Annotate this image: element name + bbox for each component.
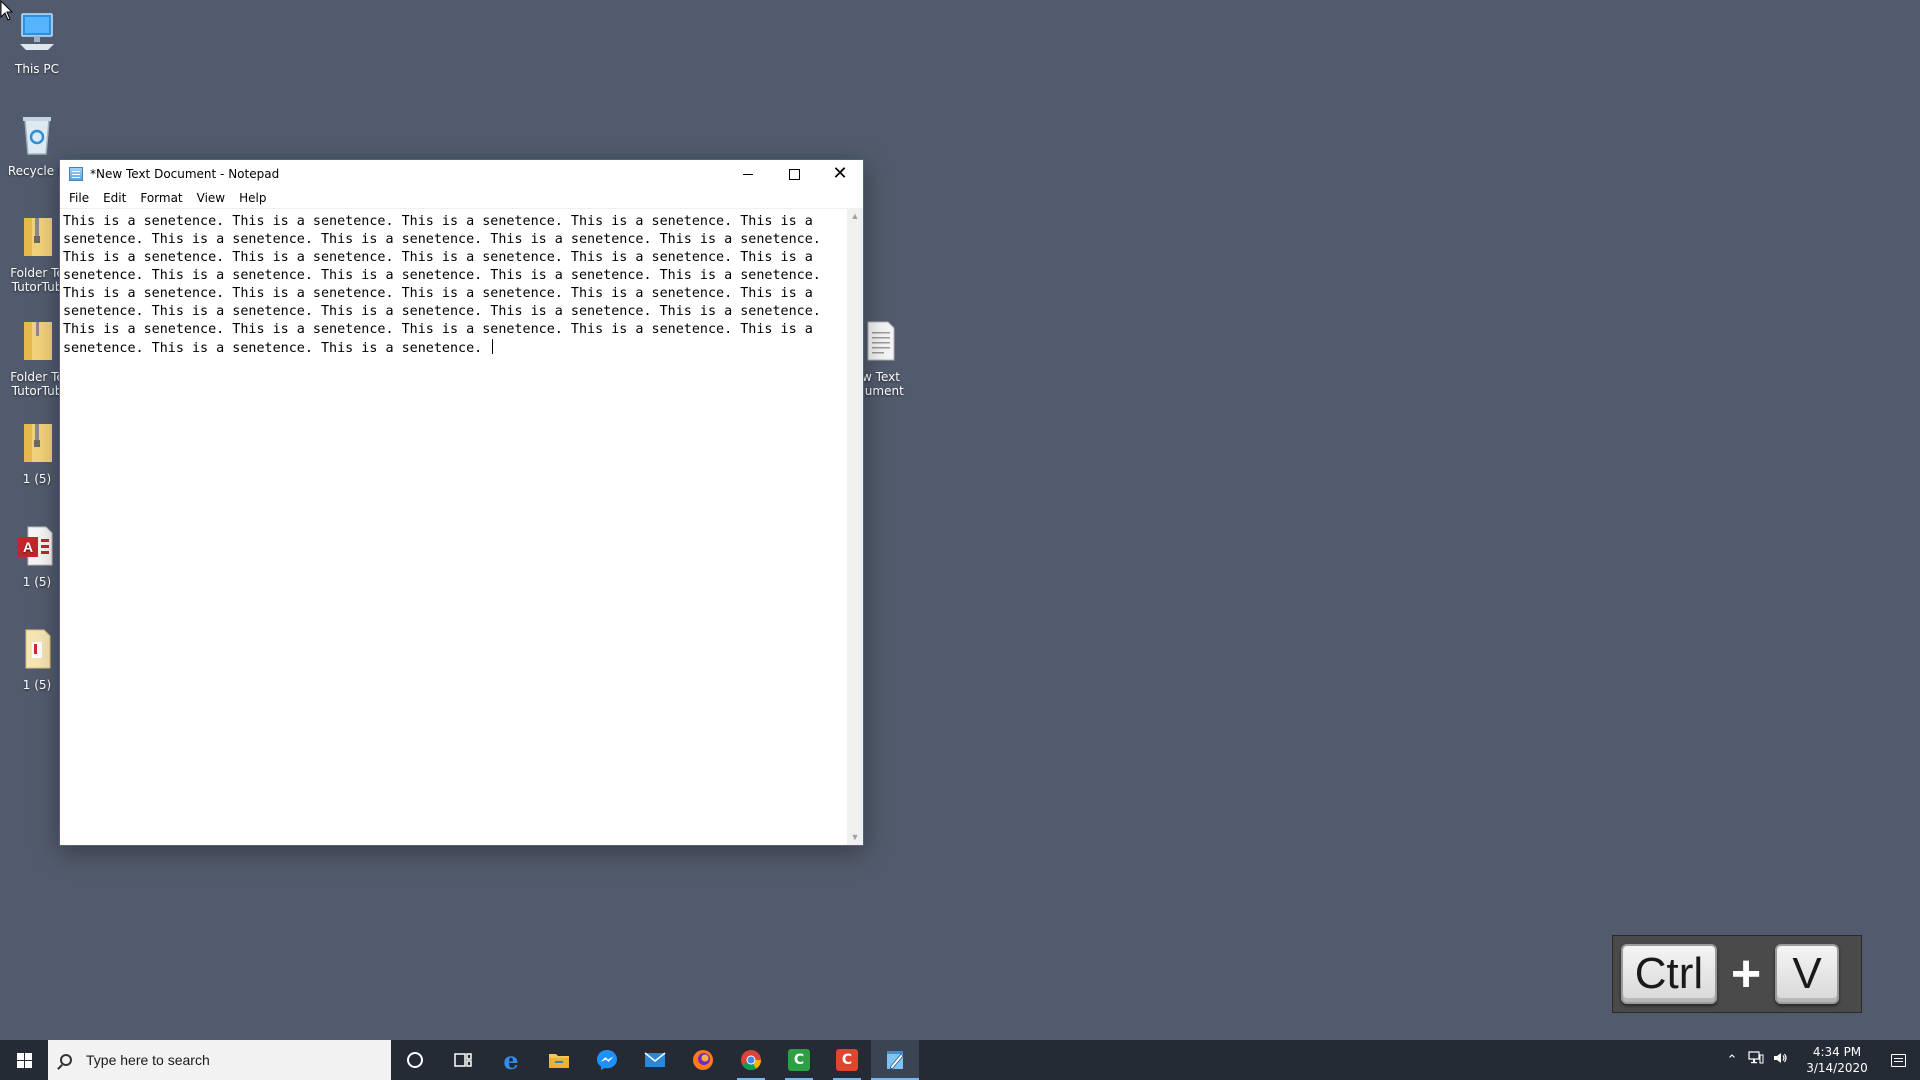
taskbar-camtasia[interactable]: C [775, 1040, 823, 1080]
edge-icon: e [503, 1045, 519, 1075]
notepad-icon [69, 167, 83, 181]
snagit-icon: C [836, 1049, 858, 1071]
minimize-icon [743, 173, 753, 175]
taskbar-cortana[interactable] [391, 1040, 439, 1080]
camtasia-icon: C [788, 1049, 810, 1071]
menu-edit[interactable]: Edit [96, 188, 133, 208]
window-title: *New Text Document - Notepad [90, 167, 280, 181]
minimize-button[interactable] [725, 160, 771, 188]
menu-format[interactable]: Format [133, 188, 189, 208]
clock-time: 4:34 PM [1812, 1045, 1862, 1059]
taskbar-firefox[interactable] [679, 1040, 727, 1080]
text-line-last: senetence. This is a senetence. This is … [63, 339, 844, 358]
system-tray: ⌃ 4:34 PM 3/14/2020 [1720, 1040, 1920, 1080]
taskbar-mail[interactable] [631, 1040, 679, 1080]
taskbar-task-view[interactable] [439, 1040, 487, 1080]
task-view-icon [454, 1053, 472, 1067]
access-database-icon: A [14, 523, 60, 569]
windows-logo-icon [16, 1052, 32, 1068]
notification-icon [1890, 1053, 1906, 1067]
chevron-up-icon[interactable]: ⌃ [1720, 1053, 1744, 1068]
svg-text:A: A [23, 539, 33, 555]
file-explorer-icon [549, 1054, 569, 1068]
keystroke-overlay: Ctrl + V [1612, 935, 1862, 1013]
maximize-icon [788, 168, 800, 180]
pdf-file-icon [14, 626, 60, 672]
key-plus-sign: + [1730, 945, 1762, 1003]
zip-folder-icon [14, 214, 60, 260]
search-icon [60, 1054, 72, 1066]
text-document-icon [858, 318, 904, 364]
text-line: This is a senetence. This is a senetence… [63, 322, 813, 337]
taskbar-edge[interactable]: e [487, 1040, 535, 1080]
this-pc-icon [14, 10, 60, 56]
menu-bar: File Edit Format View Help [60, 188, 863, 208]
text-line: This is a senetence. This is a senetence… [63, 286, 813, 301]
text-editor[interactable]: This is a senetence. This is a senetence… [60, 208, 847, 845]
notepad-icon [887, 1051, 904, 1070]
taskbar: Type here to search e C C ⌃ 4:34 PM 3/14… [0, 1040, 1920, 1080]
folder-icon [14, 318, 60, 364]
mouse-cursor-icon [0, 0, 14, 21]
taskbar-notepad[interactable] [871, 1040, 919, 1080]
taskbar-chrome[interactable] [727, 1040, 775, 1080]
desktop-icon-label: This PC [15, 62, 59, 76]
firefox-icon [693, 1050, 713, 1070]
taskbar-search-box[interactable]: Type here to search [48, 1040, 391, 1080]
scroll-down-arrow-icon[interactable]: ▼ [847, 829, 863, 845]
taskbar-messenger[interactable] [583, 1040, 631, 1080]
volume-icon[interactable] [1768, 1051, 1792, 1069]
notepad-window[interactable]: *New Text Document - Notepad ✕ File Edit… [59, 159, 864, 846]
close-button[interactable]: ✕ [817, 160, 863, 188]
text-line: senetence. This is a senetence. This is … [63, 232, 821, 247]
cortana-icon [407, 1052, 423, 1068]
maximize-button[interactable] [771, 160, 817, 188]
title-bar[interactable]: *New Text Document - Notepad ✕ [60, 160, 863, 188]
taskbar-clock[interactable]: 4:34 PM 3/14/2020 [1798, 1044, 1876, 1076]
menu-file[interactable]: File [62, 188, 96, 208]
text-line: This is a senetence. This is a senetence… [63, 214, 813, 229]
text-line: senetence. This is a senetence. This is … [63, 341, 491, 356]
clock-date: 3/14/2020 [1806, 1061, 1868, 1075]
recycle-bin-icon [14, 112, 60, 158]
scroll-up-arrow-icon[interactable]: ▲ [847, 208, 863, 224]
network-icon[interactable] [1744, 1051, 1768, 1069]
text-line: senetence. This is a senetence. This is … [63, 304, 821, 319]
messenger-icon [597, 1050, 617, 1070]
mail-icon [644, 1052, 666, 1067]
chrome-icon [741, 1050, 762, 1071]
vertical-scrollbar[interactable]: ▲ ▼ [847, 208, 863, 845]
action-center-button[interactable] [1876, 1040, 1920, 1080]
key-v: V [1775, 944, 1839, 1004]
text-line: senetence. This is a senetence. This is … [63, 268, 821, 283]
close-icon: ✕ [832, 163, 848, 184]
search-placeholder: Type here to search [86, 1052, 210, 1068]
taskbar-snagit[interactable]: C [823, 1040, 871, 1080]
menu-view[interactable]: View [190, 188, 232, 208]
menu-help[interactable]: Help [232, 188, 273, 208]
text-line: This is a senetence. This is a senetence… [63, 250, 813, 265]
taskbar-file-explorer[interactable] [535, 1040, 583, 1080]
start-button[interactable] [0, 1040, 48, 1080]
text-caret [492, 339, 494, 354]
key-ctrl: Ctrl [1621, 944, 1717, 1004]
zip-folder-icon [14, 420, 60, 466]
